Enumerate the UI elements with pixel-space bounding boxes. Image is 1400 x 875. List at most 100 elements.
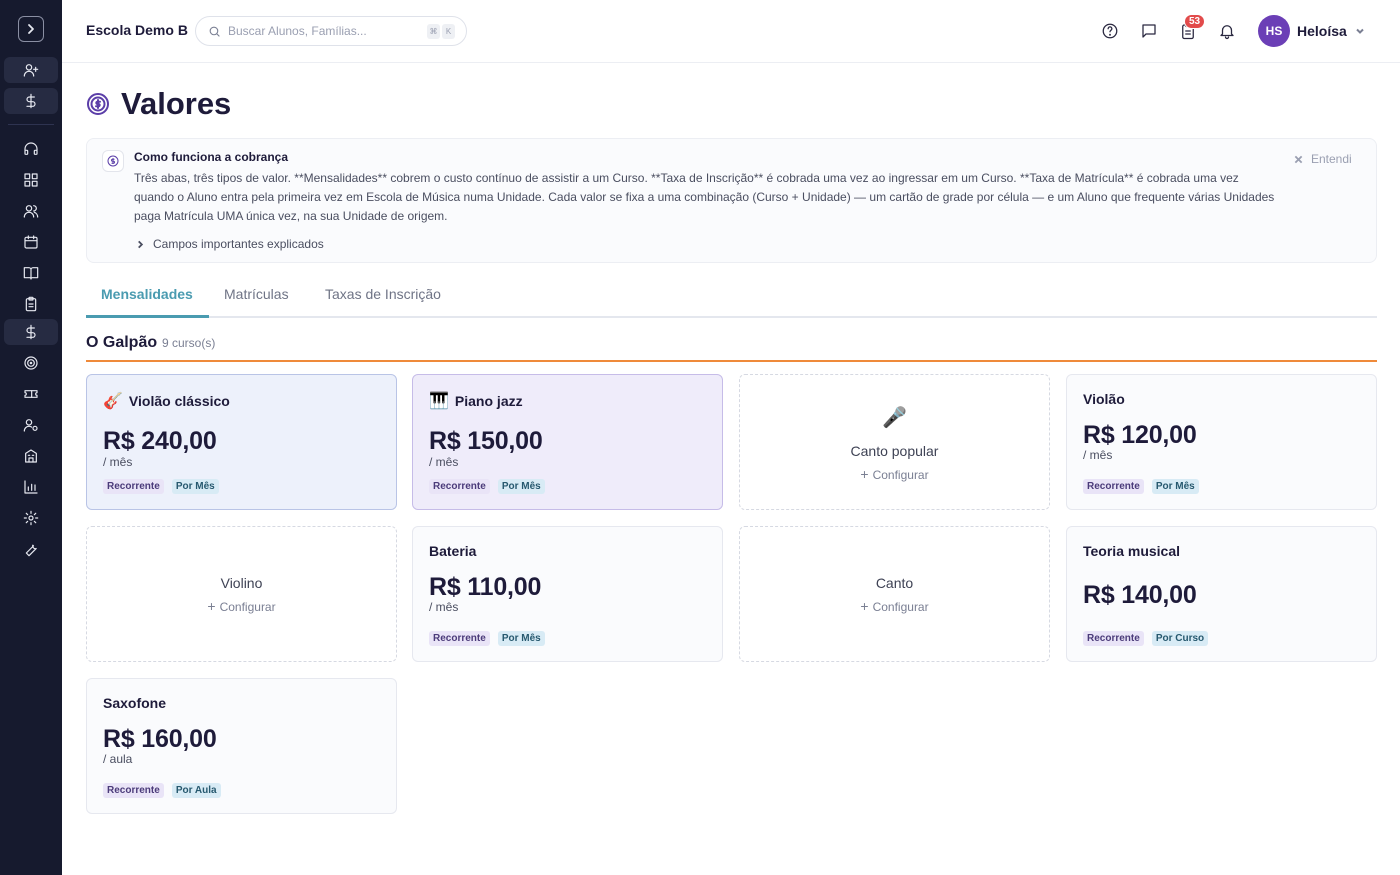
- sidebar-item-units[interactable]: [4, 443, 58, 469]
- info-text: Três abas, três tipos de valor. **Mensal…: [134, 171, 1275, 223]
- dismiss-label: Entendi: [1311, 152, 1352, 166]
- price-unit: / aula: [103, 752, 133, 766]
- course-card[interactable]: Teoria musical R$ 140,00 Recorrente Por …: [1066, 526, 1377, 662]
- plus-icon: +: [207, 598, 216, 614]
- course-card[interactable]: 🎸 Violão clássico R$ 240,00 / mês Recorr…: [86, 374, 397, 510]
- period-tag: Por Mês: [497, 479, 545, 494]
- messages-button[interactable]: [1137, 19, 1161, 43]
- unit-title: O Galpão: [86, 334, 158, 351]
- notifications-button[interactable]: [1215, 19, 1239, 43]
- target-icon: [24, 356, 38, 370]
- course-card[interactable]: 🎹 Piano jazz R$ 150,00 / mês Recorrente …: [412, 374, 723, 510]
- price-unit: / mês: [429, 455, 459, 469]
- sidebar-item-goals[interactable]: [4, 350, 58, 376]
- chevron-right-icon: [138, 240, 144, 248]
- course-name: Violino: [220, 575, 263, 591]
- help-button[interactable]: [1098, 19, 1122, 43]
- plus-icon: +: [860, 598, 869, 614]
- course-card-unconfigured[interactable]: Violino + Configurar: [86, 526, 397, 662]
- sidebar-item-dashboard[interactable]: [4, 167, 58, 193]
- course-name: Teoria musical: [1083, 543, 1181, 559]
- sidebar-item-settings[interactable]: [4, 505, 58, 531]
- configure-label: Configurar: [219, 600, 276, 614]
- dismiss-button[interactable]: Entendi: [1294, 152, 1352, 166]
- chevron-right-icon: [28, 24, 34, 34]
- sidebar-item-calendar[interactable]: [4, 229, 58, 255]
- sidebar-item-values[interactable]: [4, 319, 58, 345]
- course-name: Piano jazz: [454, 393, 523, 409]
- recurrence-tag: Recorrente: [1083, 479, 1144, 494]
- price-unit: / mês: [429, 600, 459, 614]
- configure-label: Configurar: [872, 600, 929, 614]
- course-name: Canto: [875, 575, 914, 591]
- configure-button[interactable]: + Configurar: [87, 598, 396, 614]
- course-name: Violão: [1083, 391, 1125, 407]
- search-input[interactable]: [228, 22, 418, 40]
- sidebar: [0, 0, 62, 875]
- tab-mensalidades[interactable]: Mensalidades: [86, 286, 209, 318]
- course-card-unconfigured[interactable]: Canto + Configurar: [739, 526, 1050, 662]
- headset-icon: [24, 142, 38, 155]
- course-name-row: 🎹 Piano jazz: [429, 391, 523, 411]
- chevron-down-icon[interactable]: [1354, 25, 1366, 37]
- course-name: Saxofone: [103, 695, 167, 711]
- info-expand-label: Campos importantes explicados: [153, 237, 324, 251]
- chart-icon: [24, 480, 38, 494]
- guitar-icon: 🎸: [103, 393, 123, 410]
- course-name-row: Saxofone: [103, 695, 166, 711]
- tag-list: Recorrente Por Mês: [429, 631, 545, 646]
- building-icon: [25, 449, 37, 463]
- sidebar-item-add-student[interactable]: [4, 57, 58, 83]
- dashboard-icon: [24, 173, 38, 187]
- tab-taxas-inscricao[interactable]: Taxas de Inscrição: [325, 286, 441, 318]
- configure-button[interactable]: + Configurar: [740, 466, 1049, 482]
- period-tag: Por Mês: [171, 479, 219, 494]
- tag-list: Recorrente Por Mês: [1083, 479, 1199, 494]
- period-tag: Por Mês: [497, 631, 545, 646]
- user-name[interactable]: Heloísa: [1297, 23, 1347, 39]
- sidebar-item-reports[interactable]: [4, 474, 58, 500]
- tag-list: Recorrente Por Curso: [1083, 631, 1209, 646]
- info-title: Como funciona a cobrança: [134, 150, 289, 164]
- sidebar-toggle-button[interactable]: [18, 16, 44, 42]
- school-name[interactable]: Escola Demo B: [86, 22, 188, 38]
- tab-matriculas[interactable]: Matrículas: [224, 286, 289, 318]
- price-unit: / mês: [103, 455, 133, 469]
- sidebar-item-support[interactable]: [4, 136, 58, 162]
- course-price: R$ 110,00: [429, 573, 542, 601]
- sidebar-item-tickets[interactable]: [4, 381, 58, 407]
- course-name: Bateria: [429, 543, 477, 559]
- course-price: R$ 140,00: [1083, 581, 1197, 609]
- period-tag: Por Aula: [171, 783, 221, 798]
- course-card[interactable]: Saxofone R$ 160,00 / aula Recorrente Por…: [86, 678, 397, 814]
- sidebar-item-courses[interactable]: [4, 260, 58, 286]
- tasks-count-badge: 53: [1184, 14, 1206, 29]
- sidebar-item-billing-quick[interactable]: [4, 88, 58, 114]
- course-name-row: Teoria musical: [1083, 543, 1180, 559]
- search-icon: [209, 26, 220, 37]
- recurrence-tag: Recorrente: [103, 783, 164, 798]
- course-price: R$ 120,00: [1083, 421, 1197, 449]
- course-card[interactable]: Bateria R$ 110,00 / mês Recorrente Por M…: [412, 526, 723, 662]
- sidebar-divider: [8, 124, 54, 125]
- sidebar-item-students[interactable]: [4, 198, 58, 224]
- book-icon: [23, 267, 39, 280]
- page-title: Valores: [121, 86, 232, 121]
- configure-label: Configurar: [872, 468, 929, 482]
- sidebar-item-tasks[interactable]: [4, 291, 58, 317]
- shortcut-key-k: K: [442, 24, 455, 39]
- user-avatar[interactable]: HS: [1258, 15, 1290, 47]
- users-icon: [23, 205, 39, 218]
- course-card[interactable]: Violão R$ 120,00 / mês Recorrente Por Mê…: [1066, 374, 1377, 510]
- sidebar-item-staff[interactable]: [4, 412, 58, 438]
- course-price: R$ 150,00: [429, 427, 543, 455]
- tag-list: Recorrente Por Mês: [429, 479, 545, 494]
- tag-list: Recorrente Por Aula: [103, 783, 221, 798]
- search-box[interactable]: ⌘ K: [195, 16, 467, 46]
- dollar-icon: [26, 324, 36, 340]
- course-name-row: 🎸 Violão clássico: [103, 391, 230, 411]
- info-expand-toggle[interactable]: Campos importantes explicados: [136, 237, 324, 251]
- sidebar-item-tools[interactable]: [4, 536, 58, 562]
- course-card-unconfigured[interactable]: 🎤 Canto popular + Configurar: [739, 374, 1050, 510]
- configure-button[interactable]: + Configurar: [740, 598, 1049, 614]
